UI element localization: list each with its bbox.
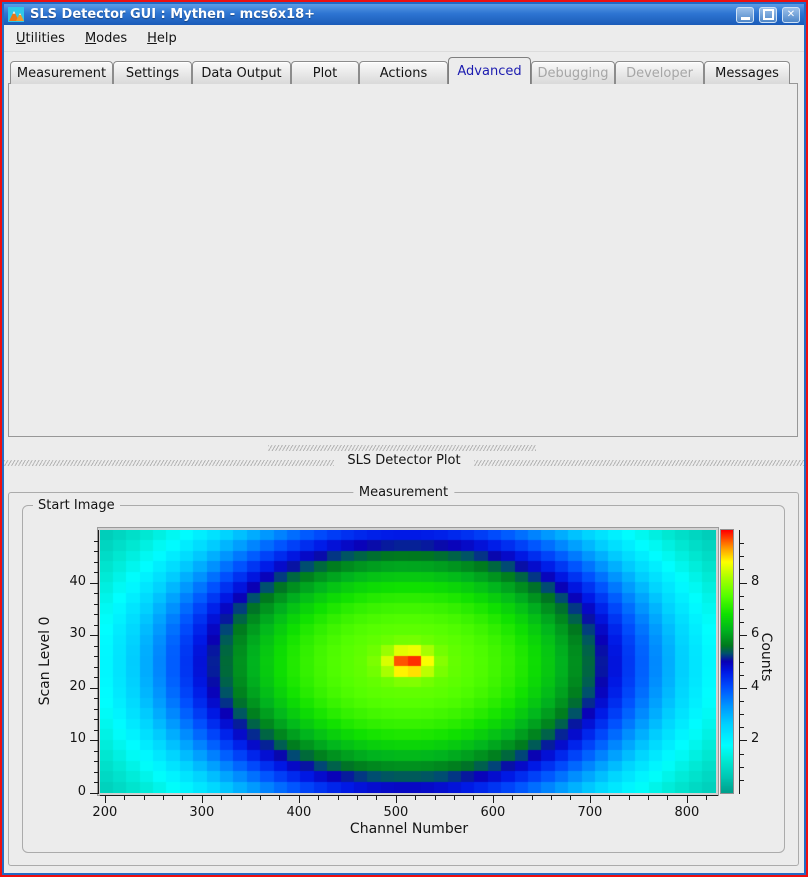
window-title: SLS Detector GUI : Mythen - mcs6x18+ [30,7,315,22]
menu-modes[interactable]: Modes [77,28,135,49]
close-button[interactable]: ✕ [782,7,800,23]
tab-developer[interactable]: Developer [615,61,704,84]
measurement-title: Measurement [359,485,448,500]
tab-plot[interactable]: Plot [291,61,359,84]
start-image-title: Start Image [38,498,115,513]
menu-help[interactable]: Help [139,28,185,49]
advanced-tab-panel [8,83,798,437]
minimize-icon [741,17,750,20]
tab-debugging[interactable]: Debugging [531,61,615,84]
tab-messages[interactable]: Messages [704,61,790,84]
splitter-plot-label: SLS Detector Plot [337,453,470,468]
app-mountain-icon [8,7,24,22]
tab-advanced[interactable]: Advanced [448,57,531,84]
maximize-button[interactable] [759,7,777,23]
heatmap-canvas[interactable] [100,530,716,793]
maximize-icon [763,9,774,20]
close-icon: ✕ [787,9,795,20]
minimize-button[interactable] [736,7,754,23]
tab-measurement[interactable]: Measurement [10,61,113,84]
tab-settings[interactable]: Settings [113,61,192,84]
splitter-texture-right [474,460,804,466]
tab-data-output[interactable]: Data Output [192,61,291,84]
title-bar[interactable]: SLS Detector GUI : Mythen - mcs6x18+ ✕ [4,4,804,25]
tab-actions[interactable]: Actions [359,61,448,84]
splitter-texture-left [4,460,334,466]
colorbar-canvas [721,530,733,793]
tab-bar: Measurement Settings Data Output Plot Ac… [10,57,800,84]
menu-utilities[interactable]: Utilities [8,28,73,49]
menu-bar: Utilities Modes Help [4,25,804,52]
splitter-handle[interactable] [268,445,536,451]
